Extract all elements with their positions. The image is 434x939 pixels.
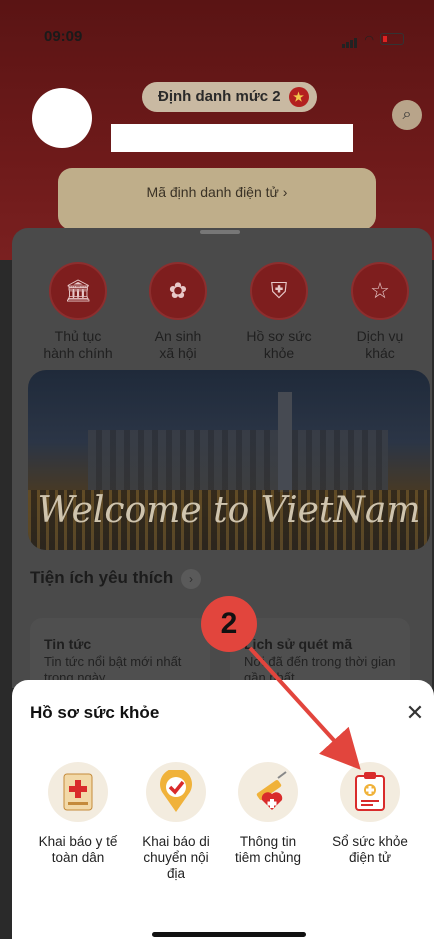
step-badge: 2: [201, 596, 257, 652]
phone-screen: 09:09 ◠ Định danh mức 2 ★ ⌕ Mã định danh…: [0, 0, 434, 939]
home-indicator[interactable]: [152, 932, 306, 937]
annotation-arrow: [248, 646, 361, 770]
